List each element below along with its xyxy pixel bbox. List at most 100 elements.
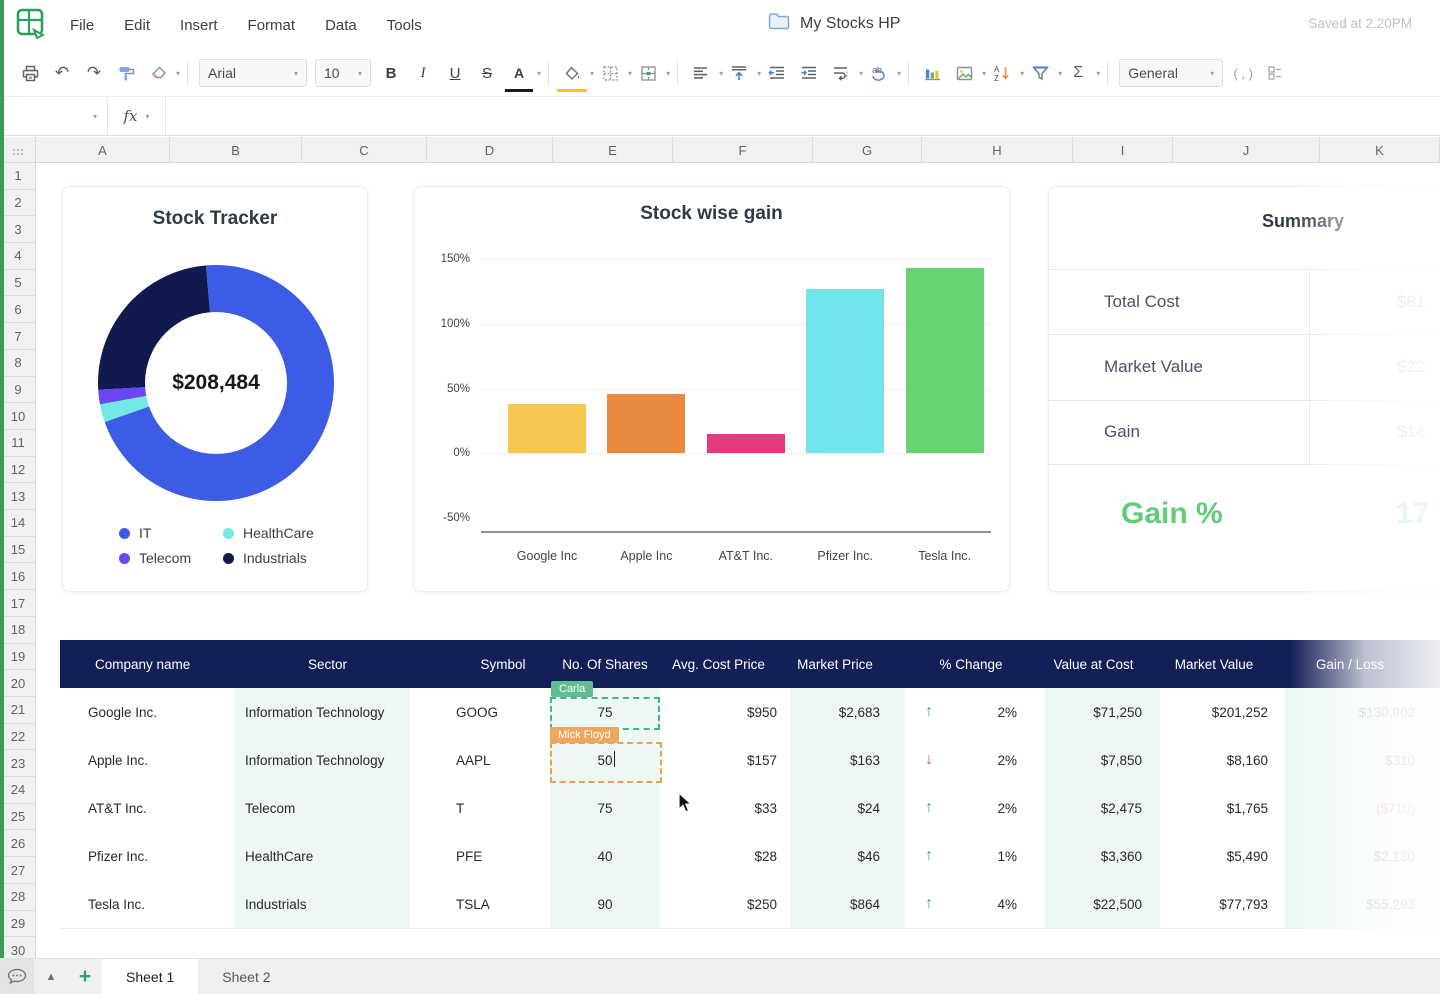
cell[interactable]: $310 bbox=[1285, 736, 1440, 784]
text-color-button[interactable]: A bbox=[506, 58, 532, 88]
row-header-5[interactable]: 5 bbox=[0, 270, 36, 297]
row-header-11[interactable]: 11 bbox=[0, 430, 36, 457]
cell[interactable]: $22,500 bbox=[1045, 880, 1160, 928]
row-header-21[interactable]: 21 bbox=[0, 697, 36, 724]
column-header-E[interactable]: E bbox=[553, 137, 673, 163]
row-header-12[interactable]: 12 bbox=[0, 457, 36, 484]
insert-chart-icon[interactable] bbox=[919, 58, 945, 88]
table-row-pfe[interactable]: Pfizer Inc.HealthCarePFE40$28$46↑1%$3,36… bbox=[60, 832, 1440, 880]
cell[interactable]: Information Technology bbox=[235, 736, 410, 784]
row-header-13[interactable]: 13 bbox=[0, 483, 36, 510]
strikethrough-button[interactable]: S bbox=[474, 58, 500, 88]
cell[interactable]: $2,683 bbox=[790, 688, 905, 736]
insert-image-caret[interactable]: ▾ bbox=[982, 69, 986, 78]
merge-cells-caret[interactable]: ▾ bbox=[666, 69, 670, 78]
text-color-caret[interactable]: ▾ bbox=[537, 69, 541, 78]
insert-image-icon[interactable] bbox=[951, 58, 977, 88]
row-header-18[interactable]: 18 bbox=[0, 617, 36, 644]
menu-edit[interactable]: Edit bbox=[124, 17, 150, 34]
row-header-10[interactable]: 10 bbox=[0, 403, 36, 430]
borders-icon[interactable] bbox=[597, 58, 623, 88]
cell[interactable]: T bbox=[410, 784, 550, 832]
filter-caret[interactable]: ▾ bbox=[1058, 69, 1062, 78]
header-company-name[interactable]: Company name bbox=[60, 640, 235, 688]
borders-caret[interactable]: ▾ bbox=[628, 69, 632, 78]
redo-icon[interactable]: ↷ bbox=[81, 58, 107, 88]
stock-gain-chart-card[interactable]: Stock wise gain 150%100%50%0%-50%Google … bbox=[413, 186, 1010, 592]
cell[interactable]: 40 bbox=[550, 832, 660, 880]
row-header-23[interactable]: 23 bbox=[0, 750, 36, 777]
column-header-A[interactable]: A bbox=[36, 137, 170, 163]
summary-row-2[interactable]: Gain$14 bbox=[1049, 400, 1440, 465]
cell[interactable]: ↑2% bbox=[905, 688, 1045, 736]
row-header-6[interactable]: 6 bbox=[0, 297, 36, 324]
cell[interactable]: $864 bbox=[790, 880, 905, 928]
row-header-22[interactable]: 22 bbox=[0, 724, 36, 751]
sheet-app-logo-icon[interactable] bbox=[16, 8, 46, 45]
menu-insert[interactable]: Insert bbox=[180, 17, 218, 34]
filter-icon[interactable] bbox=[1027, 58, 1053, 88]
cell[interactable]: Industrials bbox=[235, 880, 410, 928]
select-all-corner[interactable] bbox=[0, 137, 36, 163]
bold-button[interactable]: B bbox=[378, 58, 404, 88]
cell[interactable]: GOOG bbox=[410, 688, 550, 736]
column-header-D[interactable]: D bbox=[427, 137, 553, 163]
increase-indent-icon[interactable] bbox=[796, 58, 822, 88]
cell[interactable]: Telecom bbox=[235, 784, 410, 832]
sort-caret[interactable]: ▾ bbox=[1020, 69, 1024, 78]
cell[interactable]: $71,250 bbox=[1045, 688, 1160, 736]
cell[interactable]: $2,130 bbox=[1285, 832, 1440, 880]
text-wrap-icon[interactable] bbox=[828, 58, 854, 88]
cell[interactable]: Information Technology bbox=[235, 688, 410, 736]
add-sheet-button[interactable]: + bbox=[68, 959, 102, 994]
row-header-26[interactable]: 26 bbox=[0, 831, 36, 858]
row-header-1[interactable]: 1 bbox=[0, 163, 36, 190]
cell[interactable]: PFE bbox=[410, 832, 550, 880]
menu-file[interactable]: File bbox=[70, 17, 94, 34]
print-icon[interactable] bbox=[17, 58, 43, 88]
summary-card[interactable]: Summary Total Cost$81Market Value$22Gain… bbox=[1048, 186, 1440, 592]
row-header-24[interactable]: 24 bbox=[0, 777, 36, 804]
cell[interactable]: AT&T Inc. bbox=[60, 784, 235, 832]
fx-button[interactable]: fx▾ bbox=[108, 97, 166, 135]
italic-button[interactable]: I bbox=[410, 58, 436, 88]
summary-row-0[interactable]: Total Cost$81 bbox=[1049, 269, 1440, 334]
cell[interactable]: TSLA bbox=[410, 880, 550, 928]
tab-sheet-1[interactable]: Sheet 1 bbox=[102, 959, 198, 994]
cell[interactable]: 75 bbox=[550, 784, 660, 832]
horizontal-align-icon[interactable] bbox=[688, 58, 714, 88]
cell[interactable]: $28 bbox=[660, 832, 790, 880]
row-header-19[interactable]: 19 bbox=[0, 644, 36, 671]
cell[interactable]: $46 bbox=[790, 832, 905, 880]
table-row-goog[interactable]: Google Inc.Information TechnologyGOOG75$… bbox=[60, 688, 1440, 736]
header-gain-loss[interactable]: Gain / Loss bbox=[1285, 640, 1440, 688]
clear-format-icon[interactable] bbox=[145, 58, 171, 88]
undo-icon[interactable]: ↶ bbox=[49, 58, 75, 88]
row-header-30[interactable]: 30 bbox=[0, 937, 36, 958]
cell[interactable]: ($710) bbox=[1285, 784, 1440, 832]
cell[interactable]: Pfizer Inc. bbox=[60, 832, 235, 880]
stock-tracker-chart-card[interactable]: Stock Tracker $208,484 ITHealthCareTelec… bbox=[62, 186, 368, 592]
cell[interactable]: $950 bbox=[660, 688, 790, 736]
row-header-16[interactable]: 16 bbox=[0, 564, 36, 591]
header-symbol[interactable]: Symbol bbox=[410, 640, 550, 688]
menu-tools[interactable]: Tools bbox=[387, 17, 422, 34]
row-header-7[interactable]: 7 bbox=[0, 323, 36, 350]
header-sector[interactable]: Sector bbox=[235, 640, 410, 688]
merge-cells-icon[interactable] bbox=[635, 58, 661, 88]
cell[interactable]: $55,293 bbox=[1285, 880, 1440, 928]
cell[interactable]: $163 bbox=[790, 736, 905, 784]
menu-data[interactable]: Data bbox=[325, 17, 357, 34]
underline-button[interactable]: U bbox=[442, 58, 468, 88]
row-header-17[interactable]: 17 bbox=[0, 590, 36, 617]
font-size-select[interactable]: 10▾ bbox=[315, 59, 371, 87]
menu-format[interactable]: Format bbox=[248, 17, 296, 34]
sum-button[interactable]: Σ bbox=[1065, 58, 1091, 88]
row-header-8[interactable]: 8 bbox=[0, 350, 36, 377]
cell[interactable]: HealthCare bbox=[235, 832, 410, 880]
column-header-K[interactable]: K bbox=[1320, 137, 1440, 163]
fill-color-icon[interactable] bbox=[559, 58, 585, 88]
sheet-list-button[interactable]: ▲ bbox=[34, 959, 68, 994]
document-title-area[interactable]: My Stocks HP bbox=[768, 12, 900, 35]
column-header-J[interactable]: J bbox=[1173, 137, 1320, 163]
